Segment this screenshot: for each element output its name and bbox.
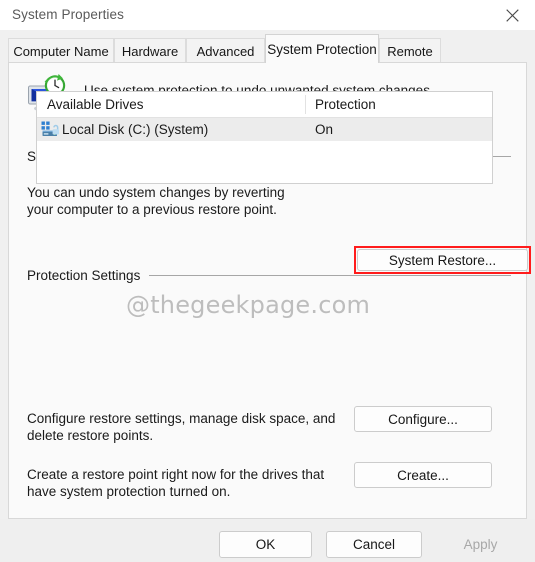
drive-name-label: Local Disk (C:) (System) xyxy=(62,122,209,137)
dialog-button-bar: OK Cancel Apply xyxy=(0,519,535,562)
configure-description-line1: Configure restore settings, manage disk … xyxy=(27,411,336,426)
tab-label: Hardware xyxy=(121,43,179,59)
configure-description: Configure restore settings, manage disk … xyxy=(27,410,357,444)
tab-remote[interactable]: Remote xyxy=(379,38,441,63)
button-label: Cancel xyxy=(352,537,396,552)
table-header-row: Available Drives Protection xyxy=(37,92,492,118)
create-button[interactable]: Create... xyxy=(354,462,492,488)
tab-computer-name[interactable]: Computer Name xyxy=(8,38,114,63)
configure-button[interactable]: Configure... xyxy=(354,406,492,432)
cancel-button[interactable]: Cancel xyxy=(326,531,422,558)
tab-content-panel: Use system protection to undo unwanted s… xyxy=(8,62,531,519)
tab-system-protection[interactable]: System Protection xyxy=(265,34,379,63)
create-description-line2: have system protection turned on. xyxy=(27,484,231,499)
close-icon xyxy=(505,8,519,22)
table-row[interactable]: Local Disk (C:) (System) On xyxy=(37,118,492,141)
button-label: Apply xyxy=(463,537,498,552)
button-label: Create... xyxy=(397,467,449,483)
tab-label: Computer Name xyxy=(13,43,109,59)
tab-hardware[interactable]: Hardware xyxy=(114,38,186,63)
window-title: System Properties xyxy=(12,7,124,22)
hard-disk-icon xyxy=(41,121,60,138)
system-restore-description-line2: your computer to a previous restore poin… xyxy=(27,202,277,217)
button-label: OK xyxy=(255,537,276,552)
apply-button: Apply xyxy=(434,531,527,558)
group-rule xyxy=(149,274,511,276)
configure-description-line2: delete restore points. xyxy=(27,428,154,443)
protection-settings-group-header: Protection Settings xyxy=(27,266,511,284)
create-description: Create a restore point right now for the… xyxy=(27,466,367,500)
ok-button[interactable]: OK xyxy=(219,531,312,558)
tab-label: Advanced xyxy=(196,43,255,59)
tab-label: Remote xyxy=(387,43,433,59)
title-bar: System Properties xyxy=(0,0,535,31)
close-button[interactable] xyxy=(489,0,535,30)
cell-protection-status: On xyxy=(315,122,334,137)
column-divider[interactable] xyxy=(305,95,306,114)
tab-advanced[interactable]: Advanced xyxy=(186,38,265,63)
watermark-text: @thegeekpage.com xyxy=(126,291,371,319)
available-drives-table[interactable]: Available Drives Protection Local Disk (… xyxy=(36,91,493,184)
cell-drive-name: Local Disk (C:) (System) xyxy=(41,118,208,141)
tab-strip: Computer Name Hardware Advanced System P… xyxy=(0,30,535,63)
system-restore-description: You can undo system changes by reverting… xyxy=(27,184,327,218)
tab-label: System Protection xyxy=(267,41,377,57)
column-header-protection[interactable]: Protection xyxy=(315,92,376,117)
button-label: Configure... xyxy=(388,411,458,427)
column-header-available-drives[interactable]: Available Drives xyxy=(47,92,144,117)
system-properties-window: System Properties Computer Name Hardware… xyxy=(0,0,535,562)
system-restore-description-line1: You can undo system changes by reverting xyxy=(27,185,285,200)
group-title: Protection Settings xyxy=(27,267,141,283)
create-description-line1: Create a restore point right now for the… xyxy=(27,467,325,482)
